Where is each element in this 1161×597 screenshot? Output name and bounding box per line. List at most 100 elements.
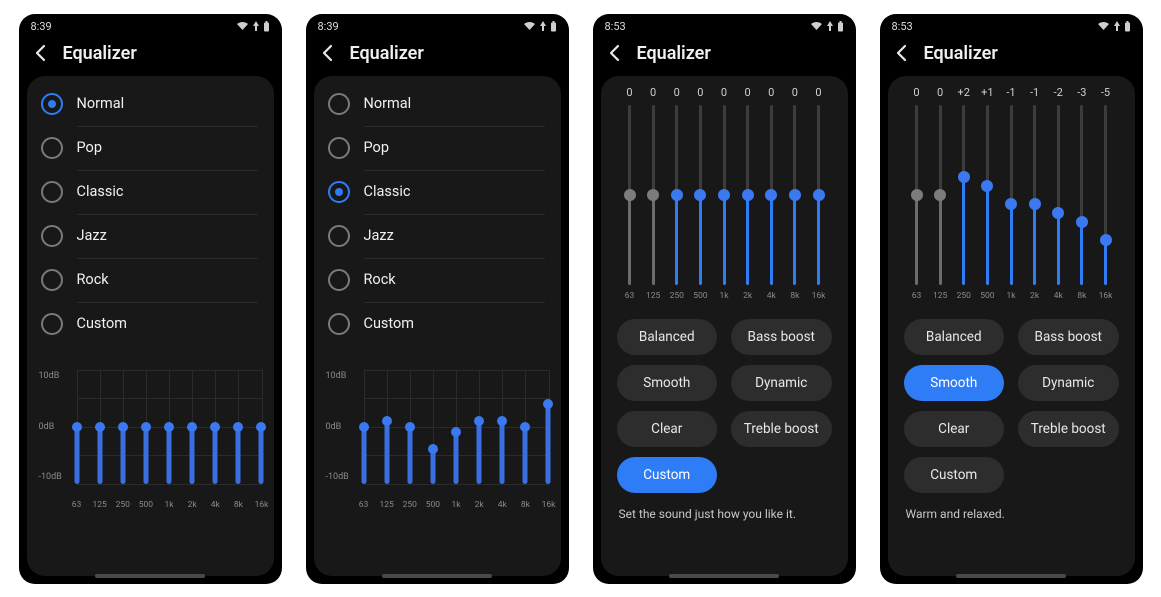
- preset-row-pop[interactable]: Pop: [320, 126, 555, 170]
- x-tick-label: 16k: [542, 500, 556, 510]
- nav-pill[interactable]: [382, 574, 492, 578]
- preset-list: Normal Pop ClassicJazz Rock Custom: [314, 76, 561, 348]
- slider-knob[interactable]: [671, 189, 683, 201]
- preset-row-custom[interactable]: Custom: [320, 302, 555, 346]
- eq-slider[interactable]: [978, 105, 996, 285]
- eq-slider[interactable]: [668, 105, 686, 285]
- eq-slider[interactable]: [1002, 105, 1020, 285]
- chip-balanced[interactable]: Balanced: [617, 319, 718, 355]
- slider-knob[interactable]: [1029, 198, 1041, 210]
- nav-pill[interactable]: [956, 574, 1066, 578]
- slider-knob[interactable]: [624, 189, 636, 201]
- screenshot-row: 8:39 EqualizerNormalPopClassicJazzRockCu…: [0, 0, 1161, 597]
- slider-knob[interactable]: [694, 189, 706, 201]
- chip-treble-boost[interactable]: Treble boost: [731, 411, 832, 447]
- y-tick-label: -10dB: [326, 472, 349, 482]
- eq-knob: [233, 422, 243, 432]
- slider-knob[interactable]: [742, 189, 754, 201]
- eq-slider[interactable]: [955, 105, 973, 285]
- back-icon[interactable]: [318, 43, 338, 63]
- eq-slider[interactable]: [931, 105, 949, 285]
- chip-bass-boost[interactable]: Bass boost: [1018, 319, 1119, 355]
- nav-pill[interactable]: [95, 574, 205, 578]
- preset-row-classic[interactable]: Classic: [320, 170, 555, 214]
- eq-slider[interactable]: [762, 105, 780, 285]
- eq-freq-label: 2k: [1026, 291, 1044, 301]
- slider-knob[interactable]: [1052, 207, 1064, 219]
- eq-knob: [520, 422, 530, 432]
- status-icons: [810, 21, 844, 32]
- eq-knob: [451, 427, 461, 437]
- eq-slider[interactable]: [644, 105, 662, 285]
- slider-knob[interactable]: [647, 189, 659, 201]
- slider-knob[interactable]: [934, 189, 946, 201]
- preset-row-pop[interactable]: Pop: [33, 126, 268, 170]
- slider-knob[interactable]: [765, 189, 777, 201]
- nav-pill[interactable]: [669, 574, 779, 578]
- radio-icon: [41, 137, 63, 159]
- chip-balanced[interactable]: Balanced: [904, 319, 1005, 355]
- preset-row-normal[interactable]: Normal: [320, 82, 555, 126]
- eq-freq-label: 16k: [810, 291, 828, 301]
- eq-value: -1: [1002, 86, 1020, 99]
- preset-description: Set the sound just how you like it.: [601, 493, 848, 521]
- slider-knob[interactable]: [1005, 198, 1017, 210]
- slider-knob[interactable]: [1076, 216, 1088, 228]
- y-tick-label: 0dB: [39, 422, 55, 432]
- preset-row-normal[interactable]: Normal: [33, 82, 268, 126]
- x-tick-label: 4k: [498, 500, 507, 510]
- header: Equalizer: [306, 35, 569, 76]
- chip-treble-boost[interactable]: Treble boost: [1018, 411, 1119, 447]
- eq-slider[interactable]: [1049, 105, 1067, 285]
- eq-slider[interactable]: [691, 105, 709, 285]
- preset-row-custom[interactable]: Custom: [33, 302, 268, 346]
- slider-knob[interactable]: [789, 189, 801, 201]
- slider-knob[interactable]: [958, 171, 970, 183]
- status-time: 8:53: [605, 20, 626, 33]
- eq-slider[interactable]: [739, 105, 757, 285]
- preset-row-jazz[interactable]: Jazz: [320, 214, 555, 258]
- chip-smooth[interactable]: Smooth: [617, 365, 718, 401]
- chip-bass-boost[interactable]: Bass boost: [731, 319, 832, 355]
- preset-label: Pop: [364, 139, 389, 156]
- eq-slider[interactable]: [810, 105, 828, 285]
- chip-dynamic[interactable]: Dynamic: [1018, 365, 1119, 401]
- chip-custom[interactable]: Custom: [617, 457, 718, 493]
- preset-label: Normal: [364, 95, 412, 112]
- eq-slider[interactable]: [715, 105, 733, 285]
- eq-freq-label: 1k: [1002, 291, 1020, 301]
- preset-row-classic[interactable]: Classic: [33, 170, 268, 214]
- back-icon[interactable]: [31, 43, 51, 63]
- slider-knob[interactable]: [718, 189, 730, 201]
- eq-slider[interactable]: [1073, 105, 1091, 285]
- chip-smooth[interactable]: Smooth: [904, 365, 1005, 401]
- slider-knob[interactable]: [813, 189, 825, 201]
- slider-knob[interactable]: [981, 180, 993, 192]
- preset-label: Custom: [77, 315, 128, 332]
- eq-slider[interactable]: [1097, 105, 1115, 285]
- preset-description: Warm and relaxed.: [888, 493, 1135, 521]
- status-bar: 8:39: [19, 14, 282, 35]
- chip-clear[interactable]: Clear: [904, 411, 1005, 447]
- preset-row-rock[interactable]: Rock: [320, 258, 555, 302]
- x-tick-label: 8k: [521, 500, 530, 510]
- eq-slider[interactable]: [1026, 105, 1044, 285]
- x-tick-label: 250: [116, 500, 130, 510]
- back-icon[interactable]: [892, 43, 912, 63]
- eq-slider[interactable]: [621, 105, 639, 285]
- slider-knob[interactable]: [1100, 234, 1112, 246]
- eq-value: +1: [978, 86, 996, 99]
- eq-knob: [164, 422, 174, 432]
- eq-slider[interactable]: [908, 105, 926, 285]
- back-icon[interactable]: [605, 43, 625, 63]
- preset-label: Rock: [364, 271, 396, 288]
- chip-clear[interactable]: Clear: [617, 411, 718, 447]
- chip-dynamic[interactable]: Dynamic: [731, 365, 832, 401]
- eq-value: 0: [644, 86, 662, 99]
- slider-knob[interactable]: [911, 189, 923, 201]
- page-title: Equalizer: [637, 43, 711, 64]
- chip-custom[interactable]: Custom: [904, 457, 1005, 493]
- preset-row-jazz[interactable]: Jazz: [33, 214, 268, 258]
- eq-slider[interactable]: [786, 105, 804, 285]
- preset-row-rock[interactable]: Rock: [33, 258, 268, 302]
